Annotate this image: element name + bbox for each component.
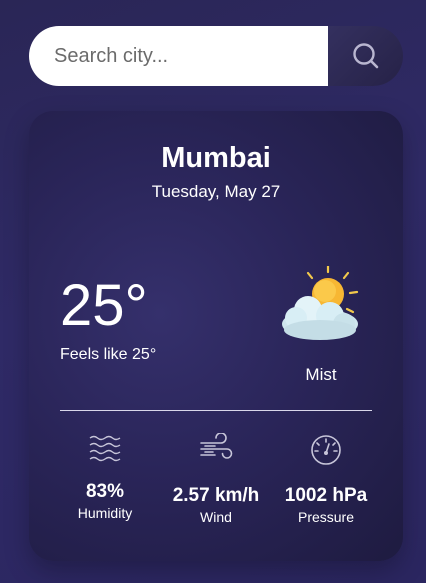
divider bbox=[60, 410, 372, 411]
temperature: 25° bbox=[60, 273, 148, 338]
humidity-waves-icon bbox=[89, 435, 121, 462]
gauge-icon bbox=[311, 435, 341, 465]
humidity-label: Humidity bbox=[77, 505, 133, 521]
wind-icon bbox=[200, 433, 233, 459]
current-date: Tuesday, May 27 bbox=[151, 182, 281, 201]
pressure-value: 1002 hPa bbox=[284, 485, 368, 506]
feels-like: Feels like 25° bbox=[60, 346, 157, 363]
search-bar bbox=[29, 26, 403, 86]
city-name: Mumbai bbox=[161, 142, 271, 174]
wind-stat: 2.57 km/h Wind bbox=[161, 433, 271, 525]
humidity-stat: 83% Humidity bbox=[60, 433, 150, 521]
wind-value: 2.57 km/h bbox=[172, 485, 260, 506]
humidity-value: 83% bbox=[85, 481, 125, 502]
pressure-stat: 1002 hPa Pressure bbox=[279, 433, 373, 525]
wind-label: Wind bbox=[200, 509, 232, 525]
search-button[interactable] bbox=[328, 26, 403, 86]
weather-condition: Mist bbox=[305, 365, 337, 384]
weather-card: Mumbai Tuesday, May 27 25° Feels like 25… bbox=[29, 111, 403, 561]
pressure-label: Pressure bbox=[297, 509, 355, 525]
search-icon bbox=[352, 43, 378, 69]
sun-behind-cloud-icon bbox=[282, 266, 359, 340]
search-input[interactable] bbox=[29, 26, 328, 86]
